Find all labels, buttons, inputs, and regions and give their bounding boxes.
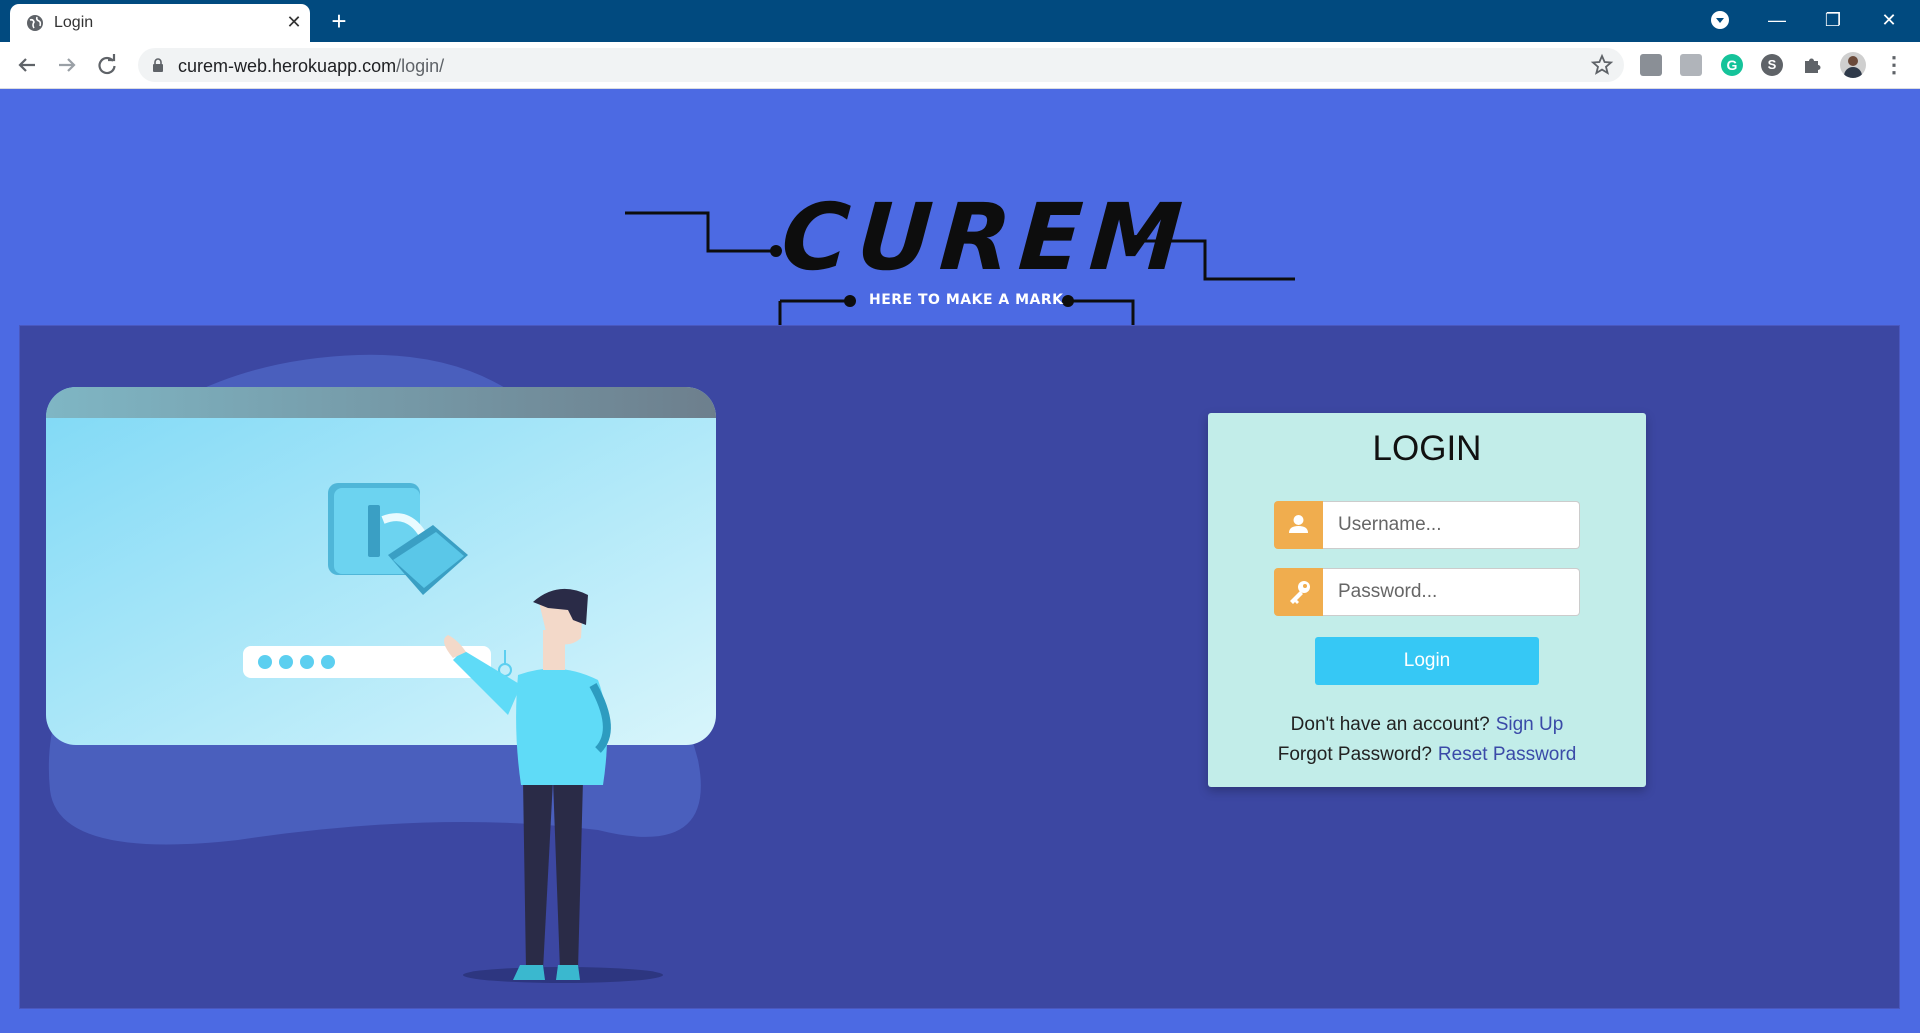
- menu-icon[interactable]: ⋮: [1883, 53, 1905, 77]
- signup-link[interactable]: Sign Up: [1496, 714, 1564, 735]
- login-button[interactable]: Login: [1315, 637, 1539, 685]
- close-window-button[interactable]: ✕: [1866, 4, 1912, 36]
- password-field: [1274, 568, 1580, 616]
- puzzle-icon[interactable]: [1801, 54, 1823, 76]
- forward-icon[interactable]: [53, 51, 81, 79]
- tab-search-icon[interactable]: [1711, 11, 1729, 29]
- lock-icon[interactable]: [152, 58, 164, 72]
- username-input[interactable]: [1323, 501, 1580, 549]
- avatar[interactable]: [1840, 52, 1866, 78]
- browser-tab[interactable]: Login ✕: [10, 4, 310, 42]
- key-icon: [1274, 568, 1323, 616]
- reload-icon[interactable]: [93, 51, 121, 79]
- url-host: curem-web.herokuapp.com: [178, 56, 397, 76]
- password-input[interactable]: [1323, 568, 1580, 616]
- username-field: [1274, 501, 1580, 549]
- ext-photo-icon[interactable]: [1680, 54, 1702, 76]
- tab-title: Login: [54, 14, 94, 31]
- new-tab-button[interactable]: +: [325, 7, 353, 35]
- s-extension-icon[interactable]: S: [1761, 54, 1783, 76]
- login-card: LOGIN Login Don't have an account? Sign U…: [1208, 413, 1646, 787]
- login-illustration: [46, 354, 716, 983]
- url-text[interactable]: curem-web.herokuapp.com/login/: [178, 56, 444, 77]
- user-icon: [1274, 501, 1323, 549]
- browser-toolbar: curem-web.herokuapp.com/login/ G S ⋮: [0, 42, 1920, 89]
- browser-tab-bar: Login ✕ + — ❐ ✕: [0, 0, 1920, 42]
- back-icon[interactable]: [13, 51, 41, 79]
- reset-password-link[interactable]: Reset Password: [1438, 744, 1576, 765]
- forgot-line: Forgot Password? Reset Password: [1208, 744, 1646, 766]
- ext-box-icon[interactable]: [1640, 54, 1662, 76]
- signup-prompt: Don't have an account?: [1290, 714, 1490, 735]
- curem-logo: CUREM HERE TO MAKE A MARK: [620, 184, 1300, 330]
- minimize-button[interactable]: —: [1754, 4, 1800, 36]
- grammarly-icon[interactable]: G: [1721, 54, 1743, 76]
- restore-button[interactable]: ❐: [1810, 4, 1856, 36]
- bookmark-star-icon[interactable]: [1590, 53, 1614, 77]
- address-bar[interactable]: curem-web.herokuapp.com/login/: [138, 48, 1624, 82]
- logo-wordmark: CUREM: [778, 184, 1194, 291]
- close-tab-icon[interactable]: ✕: [283, 11, 305, 33]
- forgot-prompt: Forgot Password?: [1277, 744, 1432, 765]
- signup-line: Don't have an account? Sign Up: [1208, 714, 1646, 736]
- logo-tagline: HERE TO MAKE A MARK: [869, 292, 1064, 308]
- url-path: /login/: [396, 56, 445, 76]
- globe-icon: [27, 15, 43, 31]
- login-title: LOGIN: [1372, 429, 1482, 468]
